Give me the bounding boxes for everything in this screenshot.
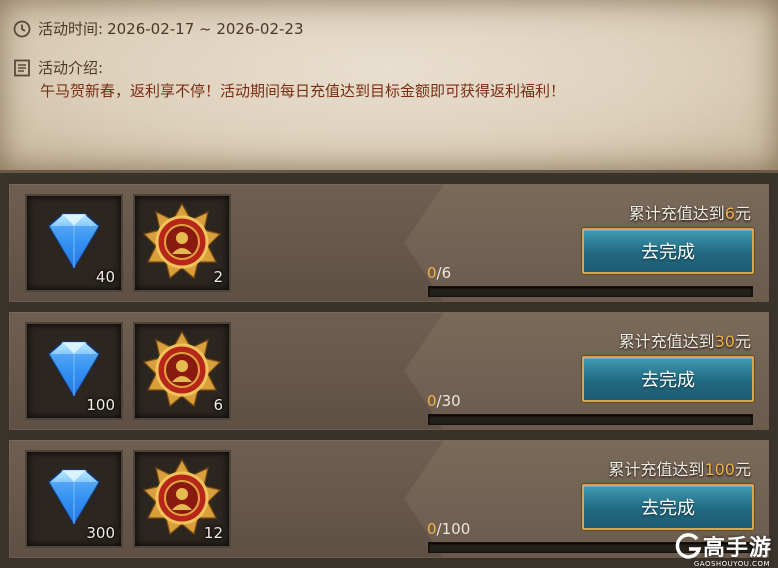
req-amount: 6 <box>724 204 735 223</box>
reward-slot[interactable]: 100 <box>25 322 123 420</box>
req-amount: 30 <box>714 332 735 351</box>
event-time-range: 2026-02-17 ~ 2026-02-23 <box>107 19 304 38</box>
progress-bar <box>428 286 753 297</box>
event-intro-text: 午马贺新春，返利享不停！活动期间每日充值达到目标金额即可获得返利福利！ <box>40 82 566 100</box>
req-prefix: 累计充值达到 <box>618 332 715 351</box>
reward-slot[interactable]: 2 <box>133 194 231 292</box>
progress-current: 0 <box>427 392 437 410</box>
progress-text: 0/30 <box>427 392 461 410</box>
reward-count: 40 <box>95 268 115 286</box>
recharge-requirement: 累计充值达到30元 <box>619 328 751 352</box>
watermark-logo: 高手游 GAOSHOUYOU.COM <box>673 530 772 568</box>
req-prefix: 累计充值达到 <box>628 204 725 223</box>
document-icon <box>12 58 32 78</box>
req-suffix: 元 <box>734 332 751 351</box>
req-suffix: 元 <box>734 204 751 223</box>
req-suffix: 元 <box>734 460 751 479</box>
reward-slot[interactable]: 40 <box>25 194 123 292</box>
reward-count: 2 <box>213 268 223 286</box>
go-complete-button[interactable]: 去完成 <box>582 228 754 274</box>
watermark-sub: GAOSHOUYOU.COM <box>693 560 770 568</box>
reward-slot[interactable]: 6 <box>133 322 231 420</box>
progress-total: /100 <box>436 520 471 538</box>
event-intro-line: 活动介绍: <box>12 57 103 78</box>
recharge-requirement: 累计充值达到6元 <box>629 200 751 224</box>
gaoshouyou-logo-icon <box>675 533 702 559</box>
event-time-label: 活动时间: <box>38 20 104 38</box>
reward-row: 100 6 累计充值达到30元 去完成 0/30 <box>8 311 770 431</box>
event-time-line: 活动时间: 2026-02-17 ~ 2026-02-23 <box>12 18 304 39</box>
watermark-text: 高手游 <box>702 536 772 561</box>
progress-text: 0/6 <box>427 264 451 282</box>
reward-row: 40 2 累计充值达到6元 去完成 0/6 <box>8 183 770 303</box>
clock-icon <box>12 19 32 39</box>
progress-text: 0/100 <box>427 520 470 538</box>
reward-slot[interactable]: 12 <box>133 450 231 548</box>
go-complete-button[interactable]: 去完成 <box>582 356 754 402</box>
reward-count: 12 <box>203 524 223 542</box>
event-info-panel: 活动时间: 2026-02-17 ~ 2026-02-23 活动介绍: 午马贺新… <box>0 0 778 173</box>
reward-count: 100 <box>86 396 115 414</box>
progress-current: 0 <box>427 520 437 538</box>
req-prefix: 累计充值达到 <box>608 460 705 479</box>
reward-row: 300 12 累计充值达到100元 去完成 0/100 <box>8 439 770 559</box>
progress-bar <box>428 414 753 425</box>
reward-count: 6 <box>213 396 223 414</box>
reward-count: 300 <box>86 524 115 542</box>
reward-slot[interactable]: 300 <box>25 450 123 548</box>
recharge-requirement: 累计充值达到100元 <box>608 456 751 480</box>
go-complete-button[interactable]: 去完成 <box>582 484 754 530</box>
progress-current: 0 <box>427 264 437 282</box>
event-intro-label: 活动介绍: <box>38 59 104 77</box>
progress-total: /6 <box>436 264 452 282</box>
progress-total: /30 <box>436 392 461 410</box>
req-amount: 100 <box>704 460 735 479</box>
